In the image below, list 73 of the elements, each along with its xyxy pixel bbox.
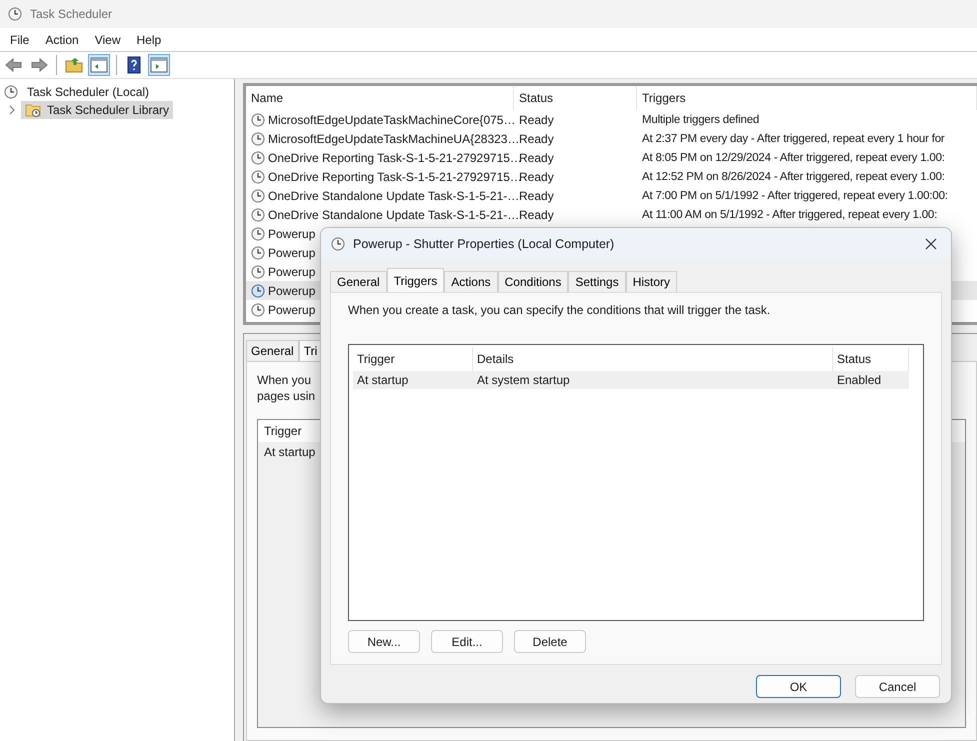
menu-item[interactable]: Help (128, 30, 170, 50)
pane-icon (150, 58, 168, 72)
tab[interactable]: History (626, 271, 678, 292)
clock-icon (251, 264, 265, 278)
tab[interactable]: General (246, 340, 299, 361)
clock-icon (251, 132, 265, 146)
task-status: Ready (519, 112, 554, 126)
tab[interactable]: Conditions (498, 271, 568, 292)
clock-icon (251, 302, 265, 316)
menu-item[interactable]: View (86, 30, 128, 50)
clock-icon (251, 208, 265, 222)
task-name: Powerup (268, 226, 316, 240)
window-title: Task Scheduler (30, 7, 112, 21)
task-triggers: Multiple triggers defined (642, 114, 760, 126)
tab[interactable]: Actions (444, 271, 498, 292)
task-status: Ready (519, 208, 554, 222)
column-header[interactable]: Triggers (637, 86, 977, 110)
dialog-button[interactable]: New... (348, 630, 420, 653)
trigger-row[interactable]: At startup At system startup Enabled (353, 371, 909, 389)
forward-arrow-icon (32, 58, 48, 72)
menu-item[interactable]: File (2, 30, 38, 50)
dialog-button[interactable]: Cancel (855, 675, 940, 698)
clock-icon (251, 188, 265, 202)
back-arrow-icon (5, 58, 22, 72)
task-name: MicrosoftEdgeUpdateTaskMachineCore{075… (268, 112, 516, 126)
task-triggers: At 7:00 PM on 5/1/1992 - After triggered, repeat every 1.00:00: (642, 190, 948, 202)
task-name: MicrosoftEdgeUpdateTaskMachineUA{28323… (268, 132, 520, 146)
task-triggers: At 8:05 PM on 12/29/2024 - After triggered, repeat every 1.00: (642, 152, 945, 164)
task-status: Ready (519, 150, 554, 164)
tab[interactable]: Settings (568, 271, 626, 292)
chevron-icon[interactable] (8, 105, 16, 115)
task-status: Ready (519, 132, 554, 146)
task-status: Ready (519, 170, 554, 184)
clock-icon (8, 7, 22, 21)
help-icon (128, 56, 140, 74)
clock-icon (251, 284, 265, 298)
column-header[interactable]: Status (514, 86, 637, 110)
clock-icon (4, 85, 18, 99)
task-triggers: At 2:37 PM every day - After triggered, repeat every 1 hour for (642, 132, 945, 144)
toolbar-button[interactable] (88, 54, 110, 76)
tree-item[interactable]: Task Scheduler (Local) (23, 84, 154, 100)
tree-item[interactable]: Task Scheduler Library (21, 101, 174, 119)
task-triggers: At 12:52 PM on 8/26/2024 - After triggered, repeat every 1.00: (642, 170, 945, 182)
pane-icon (90, 58, 108, 72)
task-name: Powerup (268, 246, 316, 260)
task-triggers: At 11:00 AM on 5/1/1992 - After triggered, repeat every 1.00: (642, 208, 938, 220)
column-header[interactable]: Name (246, 86, 514, 110)
clock-icon (251, 226, 265, 240)
tab[interactable]: General (330, 271, 387, 292)
toolbar-button[interactable] (148, 54, 170, 76)
dialog-button[interactable]: Edit... (431, 630, 503, 653)
clock-icon (251, 246, 265, 260)
tab[interactable]: Triggers (386, 268, 444, 292)
clock-icon (251, 150, 265, 164)
description-text: When you (257, 372, 312, 388)
description-text: When you create a task, you can specify the conditions that will trigger the task. (348, 303, 770, 317)
task-name: Powerup (268, 302, 316, 316)
task-name: OneDrive Standalone Update Task-S-1-5-21-… (268, 188, 520, 202)
task-name: OneDrive Standalone Update Task-S-1-5-21-… (268, 208, 520, 222)
description-text: pages usin (257, 388, 316, 404)
dialog-title: Powerup - Shutter Properties (Local Computer) (353, 236, 616, 250)
menu-item[interactable]: Action (37, 30, 87, 50)
folder-clock-icon (25, 102, 41, 118)
clock-icon (331, 236, 345, 250)
folder-up-icon (66, 58, 82, 72)
dialog-button[interactable]: Delete (514, 630, 586, 653)
clock-icon (251, 112, 265, 126)
task-name: Powerup (268, 284, 316, 298)
dialog-button[interactable]: OK (756, 675, 841, 698)
task-status: Ready (519, 188, 554, 202)
clock-icon (251, 170, 265, 184)
task-name: Powerup (268, 264, 316, 278)
close-icon[interactable] (923, 236, 939, 252)
